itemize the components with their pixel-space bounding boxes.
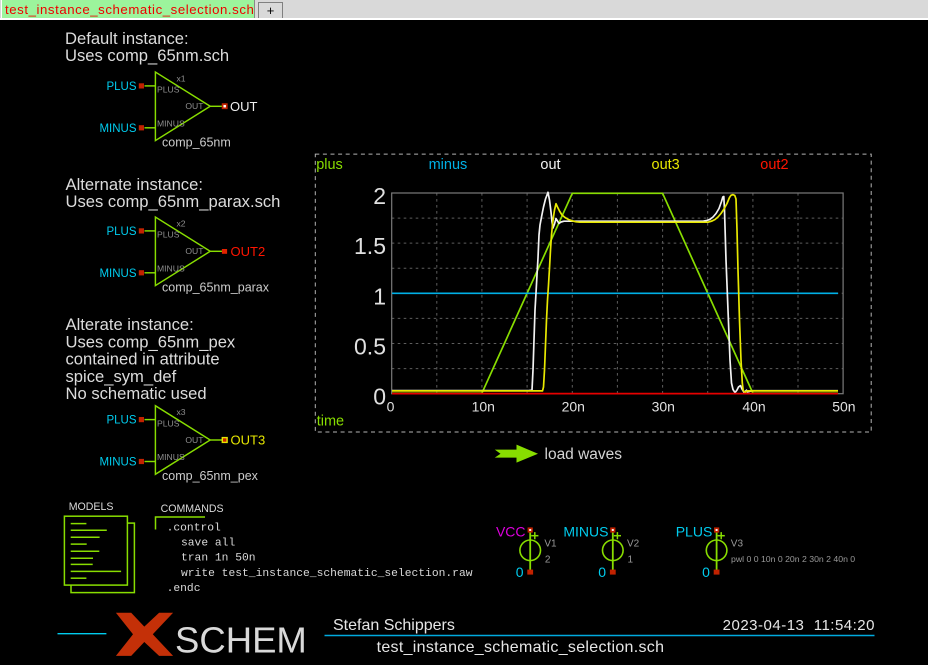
svg-text:PLUS: PLUS [157,85,180,95]
svg-text:MINUS: MINUS [99,268,136,280]
svg-text:Alternate instance:: Alternate instance: [66,175,203,194]
svg-text:.control: .control [167,523,221,535]
svg-text:V2: V2 [627,539,640,550]
svg-text:load waves: load waves [545,446,623,463]
svg-text:out2: out2 [760,157,788,173]
svg-text:0: 0 [702,564,710,580]
svg-text:out: out [540,157,560,173]
svg-text:No schematic used: No schematic used [66,384,207,403]
svg-text:0: 0 [373,384,386,410]
svg-text:PLUS: PLUS [157,418,180,428]
svg-text:V3: V3 [731,539,744,550]
svg-text:MINUS: MINUS [99,123,136,135]
svg-text:x3: x3 [177,407,186,417]
svg-text:MODELS: MODELS [69,501,114,513]
svg-text:comp_65nm_parax: comp_65nm_parax [162,280,270,294]
svg-text:out3: out3 [652,157,680,173]
svg-text:comp_65nm: comp_65nm [162,135,231,149]
svg-text:Stefan Schippers: Stefan Schippers [333,617,455,634]
svg-text:PLUS: PLUS [157,230,180,240]
svg-text:MINUS: MINUS [99,457,136,469]
svg-text:MINUS: MINUS [157,118,185,128]
svg-text:Uses comp_65nm_pex: Uses comp_65nm_pex [66,332,236,351]
svg-text:50n: 50n [832,398,855,414]
svg-text:40n: 40n [742,398,765,414]
svg-text:10n: 10n [472,398,495,414]
svg-text:OUT: OUT [185,101,204,111]
svg-text:2023-04-13 11:54:20: 2023-04-13 11:54:20 [723,617,875,634]
svg-text:Alterate instance:: Alterate instance: [66,315,194,334]
svg-text:MINUS: MINUS [157,263,185,273]
svg-text:write test_instance_schematic_: write test_instance_schematic_selection.… [181,568,473,580]
svg-text:Uses comp_65nm_parax.sch: Uses comp_65nm_parax.sch [66,192,281,211]
svg-text:.endc: .endc [167,583,201,595]
svg-text:MINUS: MINUS [157,452,185,462]
svg-text:30n: 30n [652,398,675,414]
svg-text:SCHEM: SCHEM [175,619,307,660]
svg-text:PLUS: PLUS [106,81,136,93]
svg-text:20n: 20n [562,398,585,414]
svg-text:x1: x1 [177,73,186,83]
svg-text:plus: plus [316,157,343,173]
svg-text:COMMANDS: COMMANDS [161,503,224,515]
svg-text:0: 0 [516,564,524,580]
svg-text:time: time [317,414,344,430]
svg-text:test_instance_schematic_select: test_instance_schematic_selection.sch [377,639,665,656]
svg-text:2: 2 [545,554,551,565]
svg-text:0: 0 [598,564,606,580]
svg-text:1.5: 1.5 [354,233,386,259]
svg-text:pwl 0 0 10n 0 20n 2 30n 2 40n: pwl 0 0 10n 0 20n 2 30n 2 40n 0 [731,554,855,564]
svg-text:1: 1 [628,554,634,565]
svg-text:0.5: 0.5 [354,333,386,359]
svg-text:OUT: OUT [185,246,204,256]
svg-text:OUT: OUT [230,99,258,114]
svg-text:x2: x2 [177,218,186,228]
svg-text:1: 1 [373,283,386,309]
svg-text:VCC: VCC [496,523,526,539]
svg-text:V1: V1 [544,539,557,550]
svg-text:PLUS: PLUS [106,415,136,427]
svg-text:OUT2: OUT2 [231,244,266,259]
svg-text:2: 2 [373,183,386,209]
svg-text:PLUS: PLUS [106,226,136,238]
svg-text:spice_sym_def: spice_sym_def [66,367,177,386]
svg-text:Uses comp_65nm.sch: Uses comp_65nm.sch [65,46,229,65]
svg-text:OUT3: OUT3 [231,433,266,448]
svg-text:OUT: OUT [185,435,204,445]
svg-text:minus: minus [429,157,468,173]
svg-text:contained in attribute: contained in attribute [66,350,220,369]
svg-text:0: 0 [387,398,395,414]
svg-text:save all: save all [181,538,235,550]
svg-text:comp_65nm_pex: comp_65nm_pex [162,469,259,483]
svg-text:PLUS: PLUS [676,523,713,539]
svg-text:tran 1n 50n: tran 1n 50n [181,553,256,565]
svg-text:MINUS: MINUS [563,523,608,539]
